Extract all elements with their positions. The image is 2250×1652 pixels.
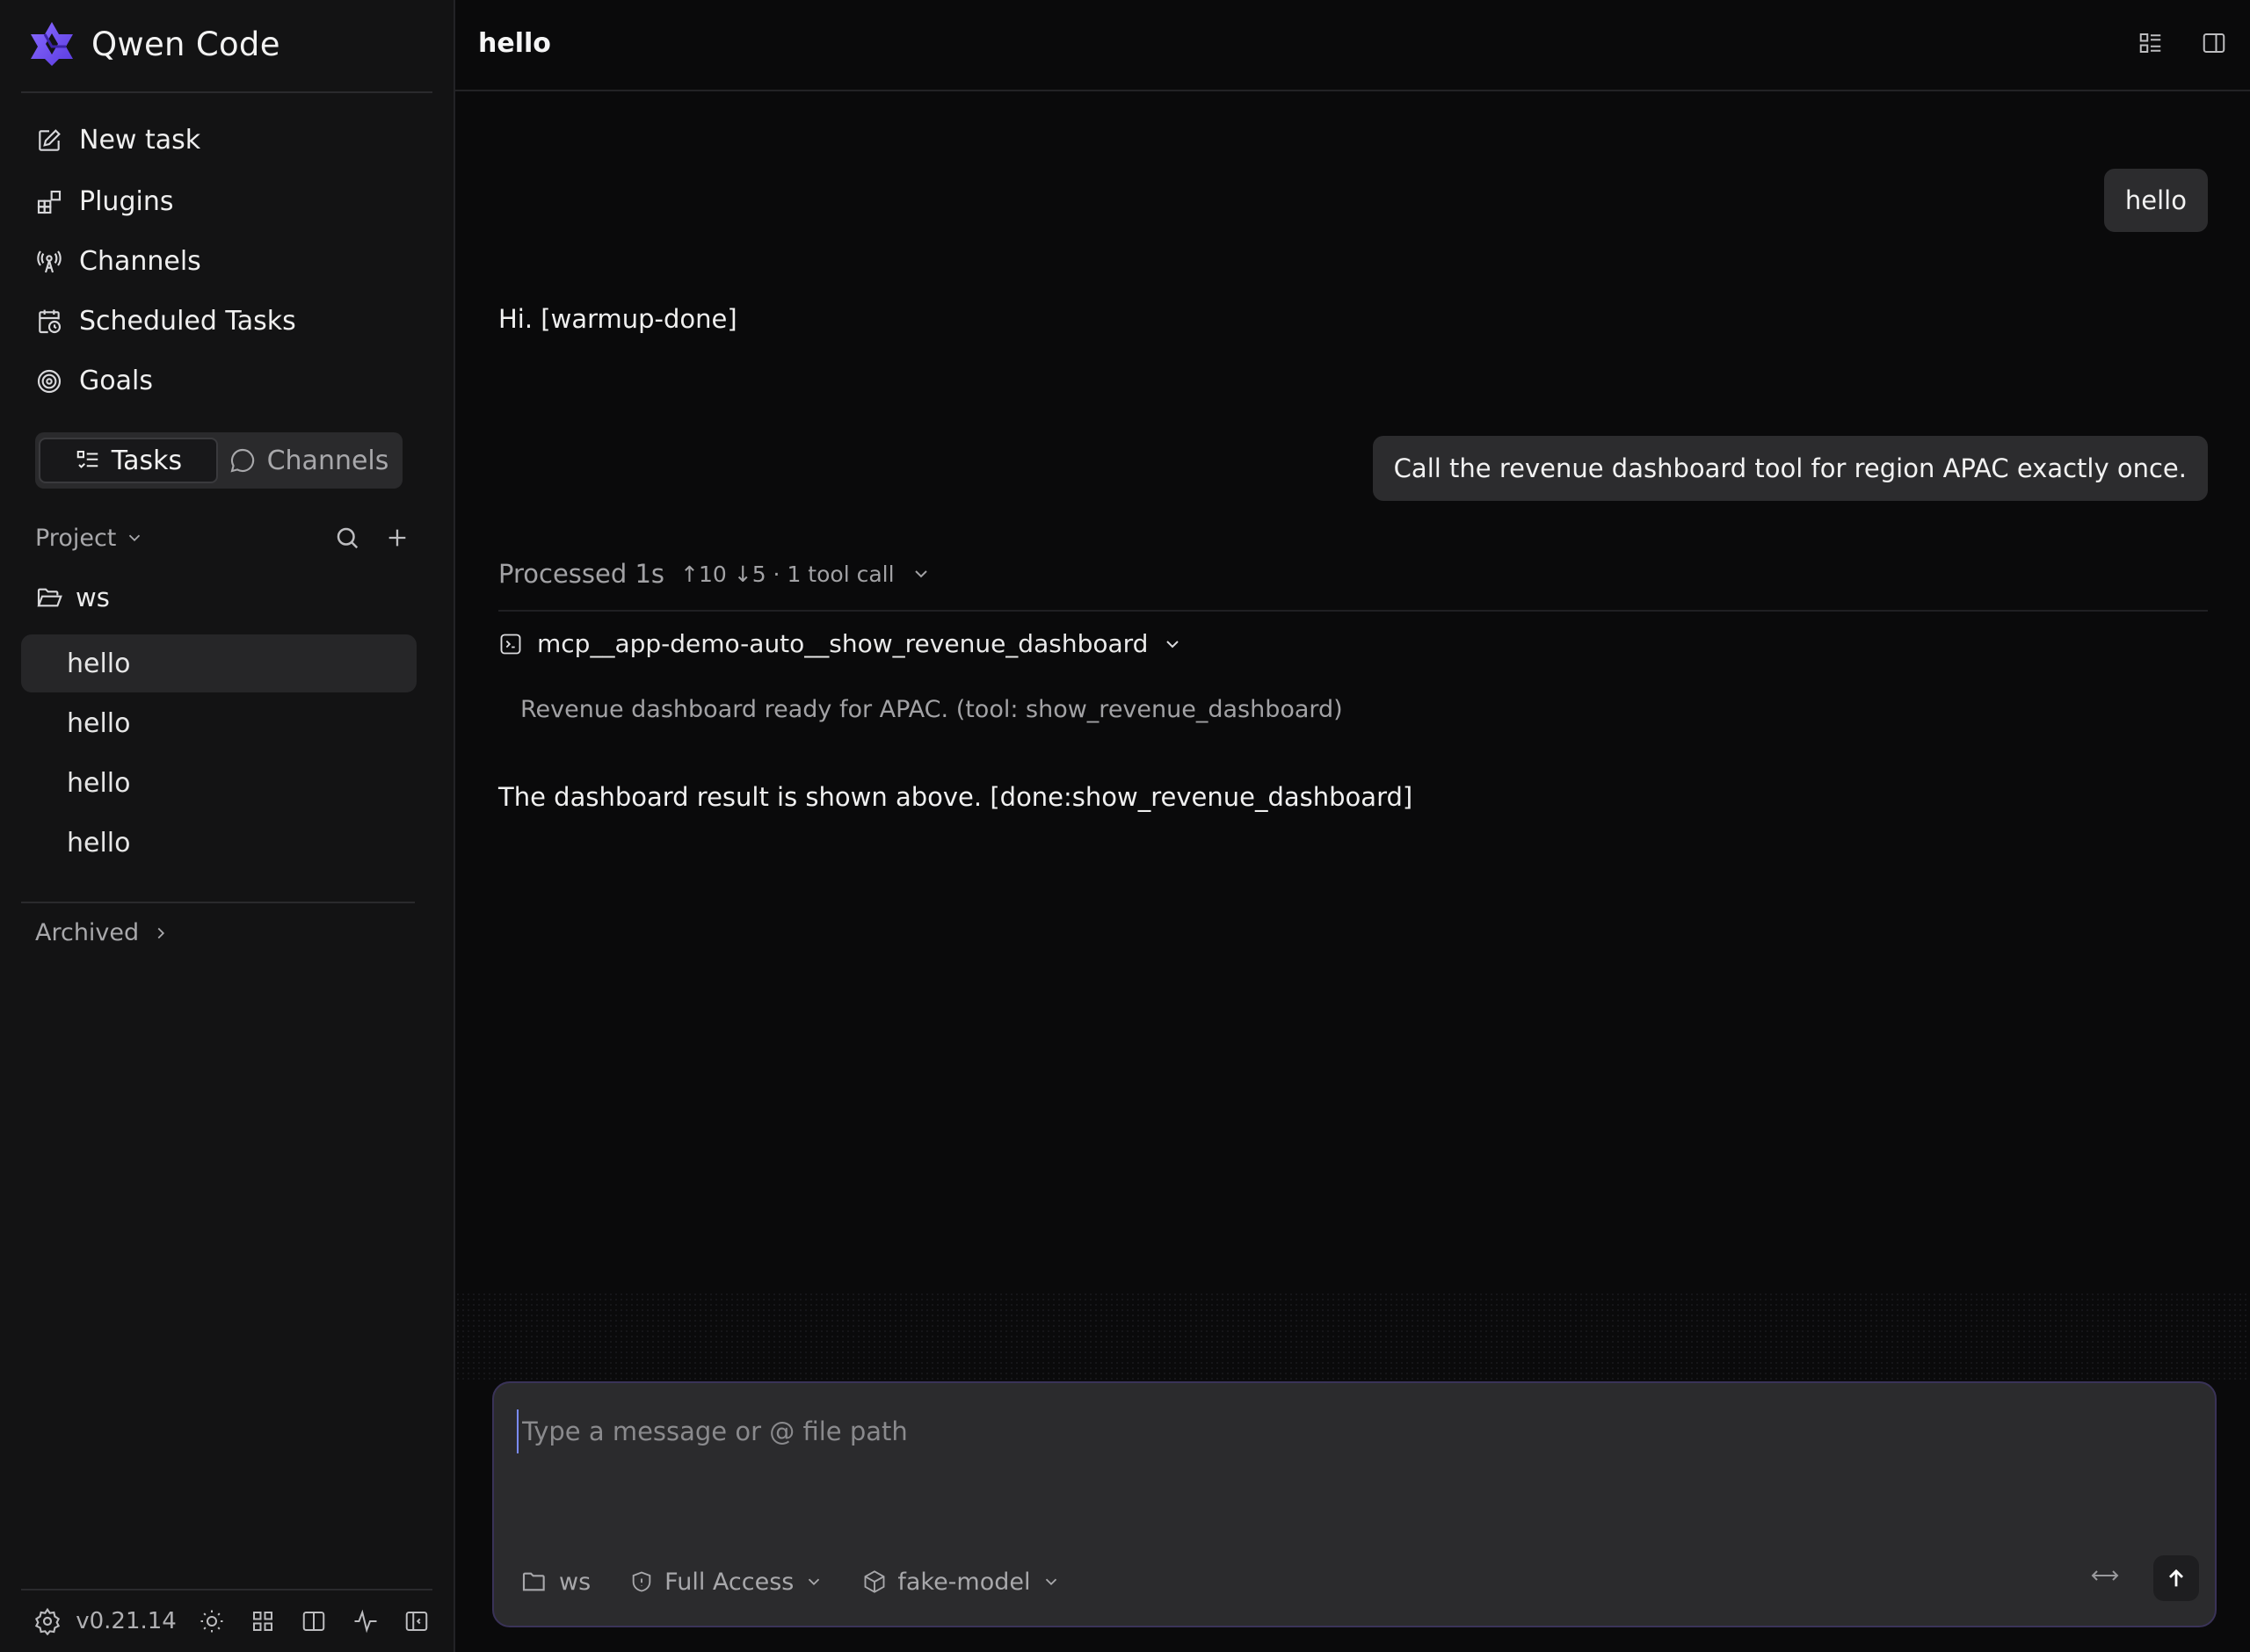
tool-output: Revenue dashboard ready for APAC. (tool:…	[520, 696, 1343, 723]
version-label: v0.21.14	[76, 1608, 177, 1634]
chevron-down-icon	[809, 1578, 820, 1586]
brand: Qwen Code	[28, 19, 280, 69]
sidebar-segment-control: Tasks Channels	[35, 432, 403, 489]
nav-plugins[interactable]: Plugins	[35, 186, 173, 217]
folder-icon	[522, 1572, 545, 1591]
target-icon	[35, 367, 63, 395]
nav-label: Channels	[79, 246, 201, 277]
folder-open-icon	[37, 588, 62, 607]
expand-horizontal-icon[interactable]	[2090, 1564, 2120, 1593]
settings-icon[interactable]	[32, 1605, 63, 1638]
access-dropdown[interactable]: Full Access	[629, 1569, 824, 1596]
plugin-icon	[35, 188, 63, 216]
assistant-message: Hi. [warmup-done]	[498, 304, 737, 334]
nav-label: Goals	[79, 366, 153, 396]
add-project-icon[interactable]	[385, 525, 410, 550]
model-label: fake-model	[897, 1568, 1031, 1596]
project-header: Project	[35, 518, 410, 557]
nav-label: Scheduled Tasks	[79, 306, 296, 337]
message-input[interactable]	[517, 1409, 2187, 1453]
shield-icon	[632, 1571, 651, 1592]
message-composer: ws Full Access fake-model	[492, 1381, 2217, 1627]
tool-call-header[interactable]: mcp__app-demo-auto__show_revenue_dashboa…	[498, 629, 1183, 658]
sidebar: Qwen Code New task Plugins Channels Sche…	[0, 0, 455, 1652]
terminal-icon	[500, 634, 521, 654]
access-label: Full Access	[664, 1568, 795, 1596]
tab-channels-label: Channels	[266, 445, 389, 476]
task-item[interactable]: hello	[21, 754, 417, 812]
chevron-down-icon	[914, 570, 927, 578]
tab-tasks[interactable]: Tasks	[39, 438, 218, 483]
header: hello	[455, 0, 2250, 91]
toggle-panel-icon[interactable]	[2199, 28, 2229, 58]
nav-channels[interactable]: Channels	[35, 246, 201, 277]
project-label: Project	[35, 524, 117, 552]
nav-label: Plugins	[79, 186, 174, 217]
archived-section[interactable]: Archived	[35, 919, 171, 946]
project-dropdown[interactable]: Project	[35, 525, 144, 552]
workspace-label: ws	[559, 1568, 592, 1596]
processed-summary[interactable]: Processed 1s ↑10 ↓5 · 1 tool call	[498, 559, 932, 589]
qwen-logo-icon	[31, 22, 73, 66]
divider	[21, 91, 432, 93]
split-view-icon[interactable]	[298, 1605, 330, 1638]
chevron-right-icon	[157, 927, 165, 938]
nav-new-task[interactable]: New task	[35, 125, 200, 156]
nav-goals[interactable]: Goals	[35, 366, 153, 396]
tab-channels[interactable]: Channels	[218, 438, 399, 483]
background-pattern	[455, 1292, 2250, 1380]
user-message: Call the revenue dashboard tool for regi…	[1372, 436, 2208, 501]
chevron-down-icon	[1045, 1578, 1056, 1586]
tool-name: mcp__app-demo-auto__show_revenue_dashboa…	[537, 629, 1149, 658]
user-message: hello	[2103, 169, 2208, 232]
nav-scheduled-tasks[interactable]: Scheduled Tasks	[35, 306, 296, 337]
folder-label: ws	[76, 583, 110, 612]
search-icon[interactable]	[334, 525, 360, 551]
sun-icon[interactable]	[196, 1605, 228, 1638]
processed-label: Processed 1s	[498, 559, 665, 589]
chevron-down-icon	[1166, 640, 1179, 648]
assistant-message: The dashboard result is shown above. [do…	[498, 782, 1413, 812]
task-list-icon	[76, 451, 98, 468]
task-item[interactable]: hello	[21, 694, 417, 752]
chat-main: hello hello Hi. [warmup-done] Call the r…	[455, 0, 2250, 1652]
chat-bubble-icon	[230, 448, 254, 473]
edit-icon	[35, 127, 63, 155]
activity-icon[interactable]	[350, 1605, 381, 1638]
app-name: Qwen Code	[91, 25, 280, 63]
model-dropdown[interactable]: fake-model	[862, 1569, 1060, 1596]
send-button[interactable]	[2153, 1555, 2199, 1601]
broadcast-icon	[35, 248, 63, 276]
workspace-selector[interactable]: ws	[520, 1568, 591, 1596]
grid-icon[interactable]	[247, 1605, 279, 1638]
processed-stats: ↑10 ↓5 · 1 tool call	[680, 561, 895, 587]
divider	[21, 902, 415, 903]
chevron-down-icon	[129, 534, 141, 542]
arrow-up-icon	[2169, 1569, 2183, 1587]
collapse-sidebar-icon[interactable]	[401, 1605, 432, 1638]
divider	[498, 610, 2208, 612]
nav-label: New task	[79, 125, 201, 156]
task-item[interactable]: hello	[21, 634, 417, 692]
sidebar-footer: v0.21.14	[21, 1589, 432, 1652]
tab-tasks-label: Tasks	[111, 445, 183, 476]
list-view-icon[interactable]	[2136, 28, 2166, 58]
task-item[interactable]: hello	[21, 814, 417, 872]
calendar-clock-icon	[35, 308, 63, 336]
cube-icon	[864, 1570, 885, 1593]
project-folder[interactable]: ws	[35, 583, 110, 612]
archived-label: Archived	[35, 919, 140, 946]
page-title: hello	[478, 28, 551, 59]
